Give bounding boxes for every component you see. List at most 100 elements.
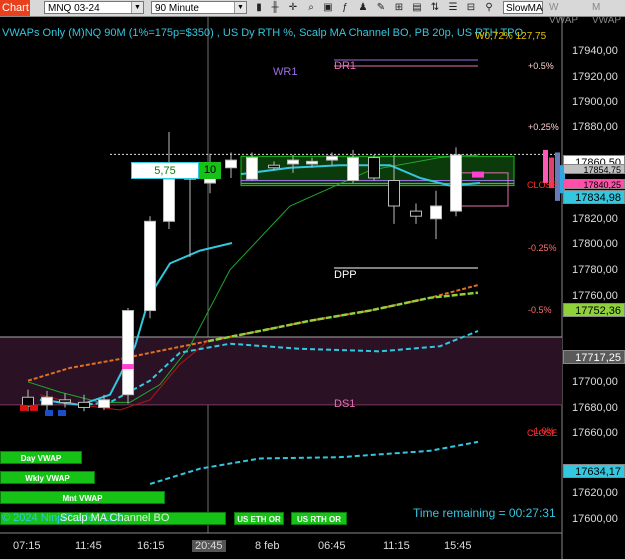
time-tick: 11:15 [383, 540, 410, 552]
template-icon[interactable]: ☰ [446, 1, 460, 14]
slow-ma-line [207, 291, 479, 343]
price-tick: 17820,00 [572, 213, 618, 225]
time-tick: 06:45 [318, 540, 346, 552]
candle-body [388, 180, 400, 207]
strategy-label: Scalp MA Channel BO [60, 512, 170, 524]
lower-price-marker: 17634,17 [563, 464, 625, 478]
bar-style-icon[interactable]: ▮ [252, 1, 266, 14]
instrument-value: MNQ 03-24 [48, 3, 100, 14]
time-tick: 16:15 [137, 540, 165, 552]
candle-body [41, 396, 53, 406]
candle-body [287, 159, 299, 165]
chevron-down-icon[interactable]: ▼ [234, 2, 246, 13]
candle-body [122, 310, 134, 396]
candle-body [78, 401, 90, 408]
order-marker [30, 404, 38, 411]
level-dr1: DR1 [334, 60, 357, 72]
time-tick: 11:45 [75, 540, 102, 552]
chevron-down-icon[interactable]: ▼ [131, 2, 143, 13]
wvwap-toggle[interactable]: W VWAP [547, 1, 587, 26]
pct-label: -0.25% [528, 243, 557, 253]
instrument-select[interactable]: MNQ 03-24 ▼ [44, 1, 144, 14]
ruler-icon[interactable]: ⊞ [392, 1, 406, 14]
crosshair-icon[interactable]: ✛ [286, 1, 300, 14]
monthly-vwap-button[interactable]: Mnt VWAP [0, 491, 165, 504]
time-remaining: Time remaining = 00:27:31 [413, 506, 556, 520]
level-dpp: DPP [334, 269, 357, 281]
day-vwap-button[interactable]: Day VWAP [0, 451, 82, 464]
link-icon[interactable]: ⚲ [482, 1, 496, 14]
candles-icon[interactable]: ╫ [268, 1, 282, 14]
candle-body [98, 399, 110, 408]
slowma-toggle[interactable]: SlowMA [503, 1, 543, 14]
price-tick: 17700,00 [572, 376, 618, 388]
vwap-price-marker: 17834,98 [563, 190, 625, 204]
chart-trader-icon[interactable]: ⊟ [464, 1, 478, 14]
us-eth-or-button[interactable]: US ETH OR [234, 512, 284, 525]
zoom-icon[interactable]: ⌕ [304, 1, 318, 14]
range-box-count: 10 [199, 162, 221, 179]
candle-body [306, 160, 318, 165]
weekly-vwap-button[interactable]: Wkly VWAP [0, 471, 95, 484]
pct-label: -1.0% [531, 426, 555, 436]
overlay-stat: W0,72% 127,75 [475, 31, 547, 42]
price-tick: 17660,00 [572, 427, 618, 439]
third-price-marker: 17840,25 [563, 179, 625, 190]
pct-label: +0.5% [528, 61, 554, 71]
candle-body [163, 178, 175, 222]
chart-tab[interactable]: Chart [0, 0, 30, 16]
indicators-icon[interactable]: ƒ [338, 1, 352, 14]
us-rth-or-button[interactable]: US RTH OR [291, 512, 347, 525]
candle-body [326, 155, 338, 161]
price-tick: 17800,00 [572, 238, 618, 250]
second-price-marker: 17854,75 [563, 164, 625, 175]
dom-icon[interactable]: ▤ [410, 1, 424, 14]
price-tick: 17900,00 [572, 96, 618, 108]
drawing-icon[interactable]: ✎ [374, 1, 388, 14]
pct-label: -0.5% [528, 305, 552, 315]
range-box-value: 5,75 [131, 162, 199, 179]
time-tick: 15:45 [444, 540, 472, 552]
properties-icon[interactable]: ▣ [321, 1, 335, 14]
chart-header: VWAPs Only (M)NQ 90M (1%=175p=$350) , US… [2, 27, 524, 39]
candle-body [268, 164, 280, 169]
price-tick: 17680,00 [572, 402, 618, 414]
time-tick: 8 feb [255, 540, 280, 552]
price-tick: 17920,00 [572, 71, 618, 83]
level-close-top: CLOSE [527, 180, 558, 190]
level-ds1: DS1 [334, 398, 356, 410]
order-marker [58, 410, 66, 416]
price-tick: 17940,00 [572, 45, 618, 57]
candle-body [246, 157, 258, 180]
candle-body [450, 154, 462, 212]
price-tick: 17780,00 [572, 264, 618, 276]
candle-body [144, 220, 156, 312]
profile-bar [543, 149, 548, 184]
signal-marker [472, 171, 484, 178]
candle-body [347, 157, 359, 182]
time-tick-current: 20:45 [192, 540, 226, 552]
band-price-marker: 17717,25 [563, 350, 625, 364]
candle-body [22, 396, 34, 407]
order-marker [45, 410, 53, 416]
interval-value: 90 Minute [155, 3, 199, 14]
price-tick: 17620,00 [572, 487, 618, 499]
interval-select[interactable]: 90 Minute ▼ [151, 1, 247, 14]
candle-body [410, 210, 422, 217]
level-wr1: WR1 [273, 66, 298, 78]
price-tick: 17600,00 [572, 513, 618, 525]
order-marker [20, 404, 28, 411]
candle-body [225, 159, 237, 169]
signal-marker [122, 364, 134, 370]
profile-bar [555, 152, 560, 201]
price-tick: 17880,00 [572, 121, 618, 133]
sma-price-marker: 17752,36 [563, 303, 625, 317]
trade-icon[interactable]: ⇅ [428, 1, 442, 14]
candle-body [430, 205, 442, 220]
time-tick: 07:15 [13, 540, 41, 552]
mvwap-toggle[interactable]: M VWAP [590, 1, 625, 26]
pct-label: +0.25% [528, 122, 559, 132]
candle-body [368, 157, 380, 179]
chart-toolbar: Chart MNQ 03-24 ▼ 90 Minute ▼ ▮ ╫ ✛ ⌕ ▣ … [0, 0, 625, 26]
strategies-icon[interactable]: ♟ [356, 1, 370, 14]
